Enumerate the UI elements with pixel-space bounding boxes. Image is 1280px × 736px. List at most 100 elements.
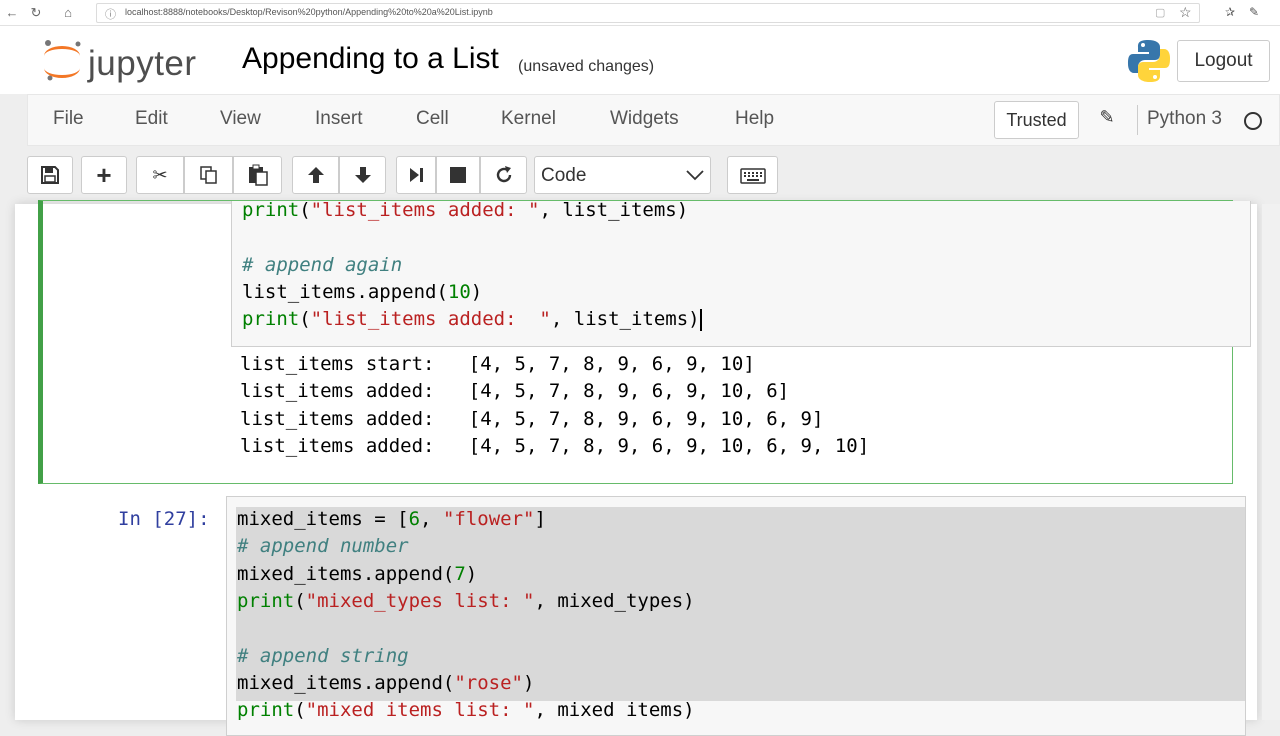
address-bar[interactable]: ⓘ localhost:8888/notebooks/Desktop/Revis… <box>96 3 1200 23</box>
menu-help[interactable]: Help <box>735 108 774 130</box>
menu-widgets[interactable]: Widgets <box>610 108 679 130</box>
code-line: mixed_items = [6, "flower"] <box>237 506 546 533</box>
code-cell[interactable]: In [27]: mixed_items = [6, "flower"] # ap… <box>38 494 1246 736</box>
output-line: list_items start: [4, 5, 7, 8, 9, 6, 9, … <box>240 353 755 375</box>
menu-edit[interactable]: Edit <box>135 108 168 130</box>
code-token: # append again <box>242 253 403 276</box>
copy-button[interactable] <box>184 156 233 194</box>
code-token: ( <box>299 199 311 221</box>
code-token: "flower" <box>442 508 535 530</box>
code-cell-selected[interactable]: print("list_items added: ", list_items) #… <box>38 199 1251 484</box>
back-icon[interactable]: ← <box>2 3 22 23</box>
code-token: "mixed_types list: " <box>305 589 535 612</box>
notebook-title[interactable]: Appending to a List <box>242 42 499 76</box>
logout-button[interactable]: Logout <box>1177 40 1270 82</box>
plus-icon: + <box>96 160 112 190</box>
code-token: "list_items added: " <box>310 308 551 331</box>
reload-icon[interactable]: ↻ <box>26 3 46 23</box>
code-token: print <box>242 199 300 221</box>
restart-button[interactable] <box>480 156 527 194</box>
python-logo-icon <box>1128 40 1170 82</box>
save-status: (unsaved changes) <box>518 58 655 75</box>
menu-view[interactable]: View <box>220 108 261 130</box>
code-line: print("list_items added: ", list_items) <box>242 306 702 333</box>
code-token: , list_items) <box>539 199 689 221</box>
home-icon[interactable]: ⌂ <box>58 3 78 23</box>
reading-view-icon[interactable]: ▢ <box>1155 6 1165 19</box>
notebook-container: print("list_items added: ", list_items) #… <box>0 199 1280 736</box>
arrow-up-icon <box>307 167 324 183</box>
command-palette-button[interactable] <box>727 156 778 194</box>
paste-icon <box>248 164 268 186</box>
code-line: print("mixed items list: ", mixed items) <box>237 697 695 724</box>
code-token: mixed_items.append( <box>237 562 455 585</box>
code-token: "mixed items list: " <box>305 699 535 722</box>
kernel-idle-indicator-icon <box>1244 112 1262 130</box>
output-line: list_items added: [4, 5, 7, 8, 9, 6, 9, … <box>240 435 870 457</box>
browser-toolbar: ← ↻ ⌂ ⓘ localhost:8888/notebooks/Desktop… <box>0 0 1280 26</box>
copy-icon <box>199 166 217 184</box>
code-token: # append string <box>237 644 409 667</box>
insert-cell-button[interactable]: + <box>81 156 127 194</box>
jupyter-logo-icon <box>44 40 81 81</box>
code-token: "rose" <box>454 671 523 694</box>
code-token: ( <box>299 308 311 331</box>
code-input-area[interactable]: mixed_items = [6, "flower"] # append numb… <box>226 496 1246 736</box>
info-icon[interactable]: ⓘ <box>105 6 116 22</box>
code-line: print("list_items added: ", list_items) <box>242 197 688 224</box>
menu-insert[interactable]: Insert <box>315 108 363 130</box>
paste-button[interactable] <box>233 156 282 194</box>
code-line: mixed_items.append(7) <box>237 561 477 588</box>
page-scrollbar[interactable] <box>1262 204 1280 720</box>
edit-pencil-icon[interactable]: ✎ <box>1096 107 1118 131</box>
trusted-button[interactable]: Trusted <box>994 101 1079 139</box>
code-token: , <box>420 508 443 530</box>
notebook-toolbar: + ✂ Code <box>0 146 1280 204</box>
code-line: # append number <box>237 533 409 560</box>
jupyter-logo[interactable]: jupyter <box>40 38 220 84</box>
kernel-name[interactable]: Python 3 <box>1147 108 1222 130</box>
menu-cell[interactable]: Cell <box>416 108 449 130</box>
output-line: list_items added: [4, 5, 7, 8, 9, 6, 9, … <box>240 380 790 402</box>
keyboard-icon <box>739 168 766 184</box>
menu-kernel[interactable]: Kernel <box>501 108 556 130</box>
code-token: ( <box>294 699 306 722</box>
move-down-button[interactable] <box>339 156 386 194</box>
code-token: , mixed items) <box>534 699 695 722</box>
favorite-star-icon[interactable]: ☆ <box>1179 4 1192 21</box>
code-token: , mixed_types) <box>534 589 695 612</box>
code-token: "list_items added: " <box>310 199 540 221</box>
scissors-icon: ✂ <box>152 165 168 185</box>
code-token: ] <box>534 508 546 530</box>
code-token: # append number <box>237 535 409 558</box>
code-token: 10 <box>447 280 471 303</box>
notebook-page: print("list_items added: ", list_items) #… <box>15 199 1257 736</box>
code-token: 7 <box>454 562 466 585</box>
menu-file[interactable]: File <box>53 108 84 130</box>
cell-type-value: Code <box>541 165 587 186</box>
run-button[interactable] <box>396 156 436 194</box>
code-token: ) <box>465 562 478 585</box>
text-cursor <box>699 308 702 331</box>
code-line: print("mixed_types list: ", mixed_types) <box>237 588 695 615</box>
menubar: File Edit View Insert Cell Kernel Widget… <box>27 94 1280 146</box>
code-token: print <box>237 699 295 722</box>
jupyter-header: jupyter Appending to a List (unsaved cha… <box>0 26 1280 94</box>
cell-type-select[interactable]: Code <box>534 156 711 194</box>
save-button[interactable] <box>27 156 73 194</box>
code-input-area[interactable]: print("list_items added: ", list_items) #… <box>231 199 1251 347</box>
output-line: list_items added: [4, 5, 7, 8, 9, 6, 9, … <box>240 408 824 430</box>
code-token: list_items.append( <box>242 280 448 303</box>
code-token: print <box>237 589 295 612</box>
cut-button[interactable]: ✂ <box>136 156 184 194</box>
code-token: ( <box>294 589 306 612</box>
share-icon[interactable]: ✎ <box>1245 3 1263 21</box>
jupyter-wordmark: jupyter <box>88 44 197 83</box>
code-token: mixed_items = [ <box>237 508 409 530</box>
step-forward-icon <box>410 168 423 182</box>
code-token: mixed_items.append( <box>237 671 455 694</box>
favorites-bar-icon[interactable]: ✰ <box>1221 3 1239 21</box>
interrupt-button[interactable] <box>436 156 480 194</box>
code-line: # append string <box>237 643 409 670</box>
move-up-button[interactable] <box>292 156 339 194</box>
